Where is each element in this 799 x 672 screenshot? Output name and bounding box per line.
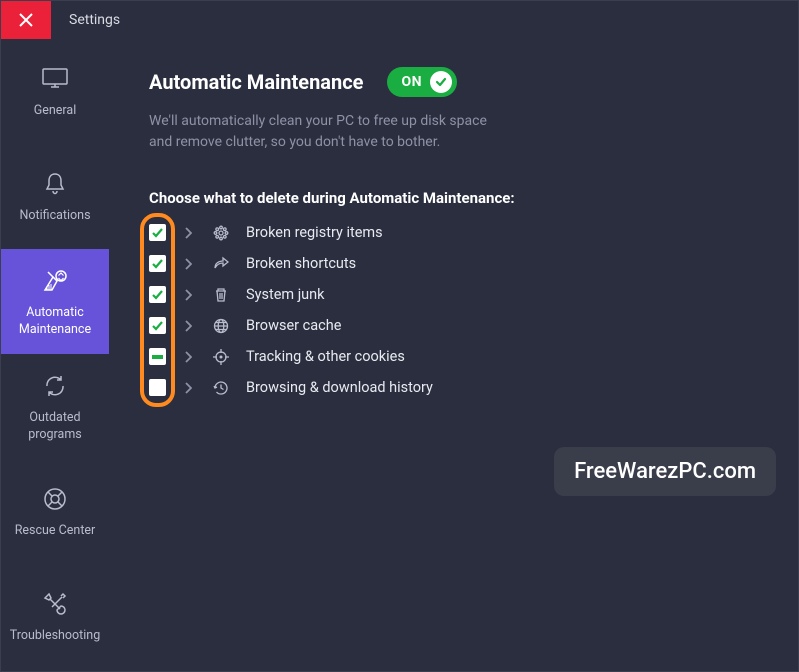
expand-button[interactable]: [184, 382, 192, 394]
option-row: System junk: [149, 285, 798, 304]
tools-icon: [43, 588, 67, 620]
main-panel: Automatic Maintenance ON We'll automatic…: [109, 39, 798, 671]
chevron-right-icon: [184, 289, 192, 301]
option-label: Tracking & other cookies: [246, 348, 405, 365]
sidebar: General Notifications Automatic Maintena…: [1, 39, 109, 671]
toggle-knob: [430, 71, 452, 93]
page-description: We'll automatically clean your PC to fre…: [149, 111, 509, 153]
option-list: Broken registry items Broken shortcuts: [149, 223, 798, 397]
option-label: Browser cache: [246, 317, 341, 334]
section-label: Choose what to delete during Automatic M…: [149, 189, 798, 207]
option-label: System junk: [246, 286, 325, 303]
sidebar-item-automatic-maintenance[interactable]: Automatic Maintenance: [1, 249, 109, 354]
sidebar-item-rescue-center[interactable]: Rescue Center: [1, 459, 109, 564]
sidebar-item-notifications[interactable]: Notifications: [1, 144, 109, 249]
titlebar: Settings: [1, 1, 798, 39]
chevron-right-icon: [184, 351, 192, 363]
sidebar-item-troubleshooting[interactable]: Troubleshooting: [1, 564, 109, 669]
close-button[interactable]: [1, 1, 51, 39]
close-icon: [19, 13, 33, 27]
monitor-icon: [42, 63, 68, 95]
option-row: Browser cache: [149, 316, 798, 335]
check-icon: [151, 288, 164, 301]
check-icon: [435, 76, 447, 88]
trash-icon: [212, 287, 230, 303]
checkbox-browser-cache[interactable]: [149, 317, 166, 334]
sidebar-item-label: Notifications: [15, 208, 94, 225]
lifebuoy-icon: [43, 483, 67, 515]
option-label: Broken registry items: [246, 224, 383, 241]
chevron-right-icon: [184, 320, 192, 332]
checkbox-browsing-history[interactable]: [149, 379, 166, 396]
expand-button[interactable]: [184, 258, 192, 270]
sidebar-item-general[interactable]: General: [1, 39, 109, 144]
share-arrow-icon: [212, 256, 230, 272]
broom-icon: [41, 265, 69, 297]
window-title: Settings: [69, 12, 120, 28]
sidebar-item-label: General: [30, 103, 81, 120]
expand-button[interactable]: [184, 227, 192, 239]
expand-button[interactable]: [184, 289, 192, 301]
target-icon: [212, 349, 230, 365]
page-title: Automatic Maintenance: [149, 70, 363, 94]
check-icon: [151, 319, 164, 332]
check-icon: [151, 226, 164, 239]
sidebar-item-label: Rescue Center: [11, 523, 100, 540]
expand-button[interactable]: [184, 320, 192, 332]
refresh-icon: [43, 370, 67, 402]
check-icon: [151, 257, 164, 270]
option-row: Broken shortcuts: [149, 254, 798, 273]
option-label: Browsing & download history: [246, 379, 433, 396]
expand-button[interactable]: [184, 351, 192, 363]
checkbox-broken-registry[interactable]: [149, 224, 166, 241]
sidebar-item-outdated-programs[interactable]: Outdated programs: [1, 354, 109, 459]
chevron-right-icon: [184, 258, 192, 270]
sidebar-item-label: Outdated programs: [24, 410, 86, 444]
checkbox-tracking-cookies[interactable]: [149, 348, 166, 365]
sidebar-item-label: Troubleshooting: [6, 628, 104, 645]
watermark-badge: FreeWarezPC.com: [554, 447, 776, 496]
gear-flower-icon: [212, 225, 230, 241]
globe-icon: [212, 318, 230, 334]
option-row: Tracking & other cookies: [149, 347, 798, 366]
sidebar-item-label: Automatic Maintenance: [15, 305, 95, 339]
chevron-right-icon: [184, 227, 192, 239]
option-label: Broken shortcuts: [246, 255, 356, 272]
toggle-label: ON: [401, 74, 422, 90]
checkbox-system-junk[interactable]: [149, 286, 166, 303]
checkbox-broken-shortcuts[interactable]: [149, 255, 166, 272]
option-row: Browsing & download history: [149, 378, 798, 397]
history-icon: [212, 380, 230, 396]
option-row: Broken registry items: [149, 223, 798, 242]
toggle-automatic-maintenance[interactable]: ON: [387, 67, 457, 97]
chevron-right-icon: [184, 382, 192, 394]
bell-icon: [44, 168, 66, 200]
